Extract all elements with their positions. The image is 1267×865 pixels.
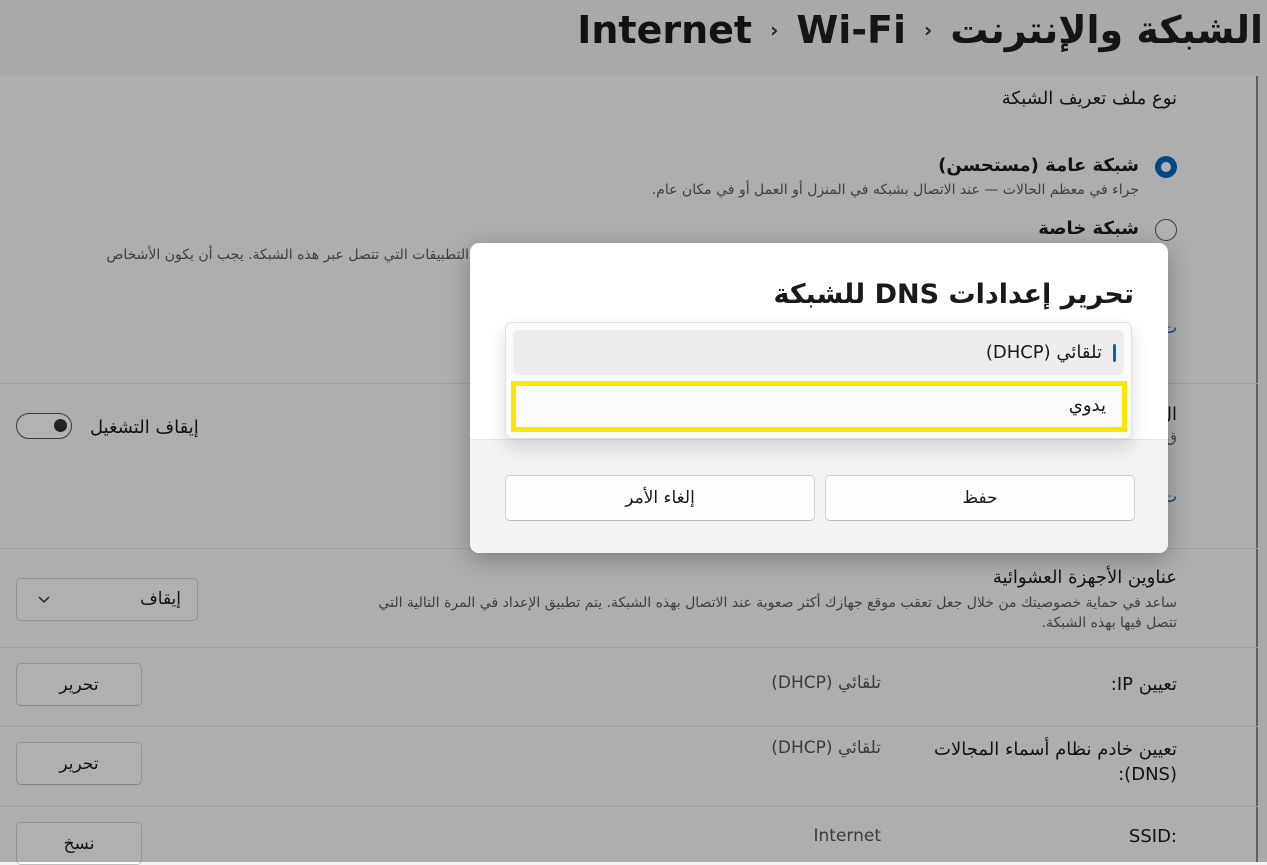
dropdown-option-automatic[interactable]: تلقائي (DHCP): [513, 330, 1124, 375]
dropdown-option-manual[interactable]: يدوي: [511, 381, 1127, 432]
option-label: يدوي: [1068, 395, 1106, 416]
cancel-button[interactable]: إلغاء الأمر: [505, 475, 815, 521]
dns-mode-dropdown-list: تلقائي (DHCP) يدوي: [505, 322, 1132, 439]
dialog-title: تحرير إعدادات DNS للشبكة: [773, 279, 1134, 310]
selected-indicator: [1113, 344, 1116, 362]
save-button[interactable]: حفظ: [825, 475, 1135, 521]
option-label: تلقائي (DHCP): [985, 342, 1102, 363]
